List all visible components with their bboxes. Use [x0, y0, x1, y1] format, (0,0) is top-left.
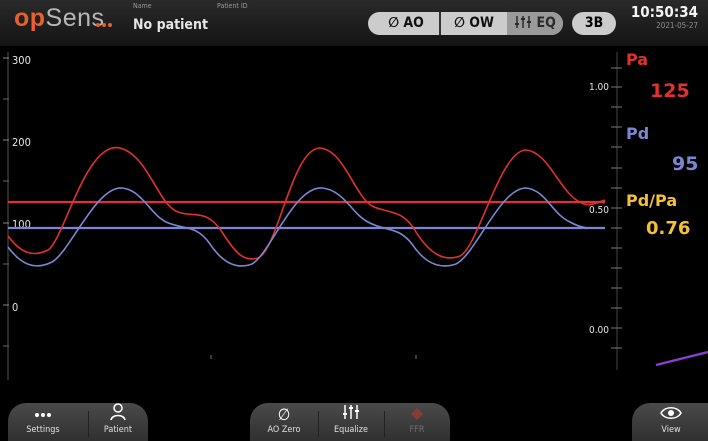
- ratio-trend-line: [655, 350, 708, 367]
- left-button-group: Settings Patient: [8, 403, 148, 441]
- pa-value: 125: [650, 80, 690, 102]
- ow-status: ∅ OW: [454, 15, 494, 31]
- view-button[interactable]: View: [636, 403, 706, 441]
- clock-date: 2021-05-27: [656, 21, 698, 30]
- channel-badge: 3B: [572, 12, 616, 35]
- ffr-icon: [384, 403, 450, 425]
- left-tick-0: 0: [12, 301, 18, 314]
- more-icon: [8, 403, 78, 425]
- name-caption: Name: [133, 2, 152, 10]
- ao-status: ∅ AO: [388, 15, 424, 31]
- clock: 10:50:34 2021-05-27: [630, 3, 698, 31]
- left-tick-300: 300: [12, 54, 31, 67]
- patient-id-caption[interactable]: Patient ID: [217, 2, 248, 10]
- equalize-icon: [318, 403, 384, 425]
- equalize-icon: [515, 16, 532, 28]
- pd-pa-label: Pd/Pa: [626, 191, 678, 210]
- pd-pa-value: 0.76: [646, 218, 691, 239]
- ao-zero-button[interactable]: ∅ AO Zero: [250, 403, 318, 441]
- ffr-button[interactable]: FFR: [384, 403, 450, 441]
- ratio-tick-0-50: 0.50: [589, 205, 609, 216]
- equalize-button[interactable]: Equalize: [318, 403, 384, 441]
- patient-button[interactable]: Patient: [88, 403, 148, 441]
- person-icon: [88, 403, 148, 425]
- pd-value: 95: [672, 153, 699, 175]
- zero-icon: ∅: [277, 405, 291, 424]
- left-tick-200: 200: [12, 136, 31, 149]
- right-button-group: View: [632, 403, 708, 441]
- logo-dots-icon: [96, 12, 114, 31]
- pa-label: Pa: [626, 50, 649, 69]
- clock-time: 10:50:34: [630, 3, 698, 21]
- eye-icon: [636, 403, 706, 425]
- pressure-waveform-display: 300 200 100 0 1.00 0.50 0.00: [3, 52, 708, 380]
- center-button-group: ∅ AO Zero Equalize FFR: [250, 403, 450, 441]
- status-pill: ∅ AO ∅ OW EQ: [368, 12, 563, 35]
- ratio-tick-0-00: 0.00: [589, 325, 609, 336]
- settings-button[interactable]: Settings: [8, 403, 78, 441]
- bottom-toolbar: Settings Patient ∅ AO Zero Equalize FFR …: [0, 403, 708, 441]
- ratio-tick-1-00: 1.00: [589, 82, 609, 93]
- opsens-logo: opSens: [14, 4, 105, 32]
- patient-name[interactable]: No patient: [133, 17, 208, 33]
- pd-label: Pd: [626, 124, 650, 143]
- eq-status: EQ: [507, 12, 563, 35]
- top-bar: opSens Name No patient Patient ID ∅ AO ∅…: [0, 0, 708, 46]
